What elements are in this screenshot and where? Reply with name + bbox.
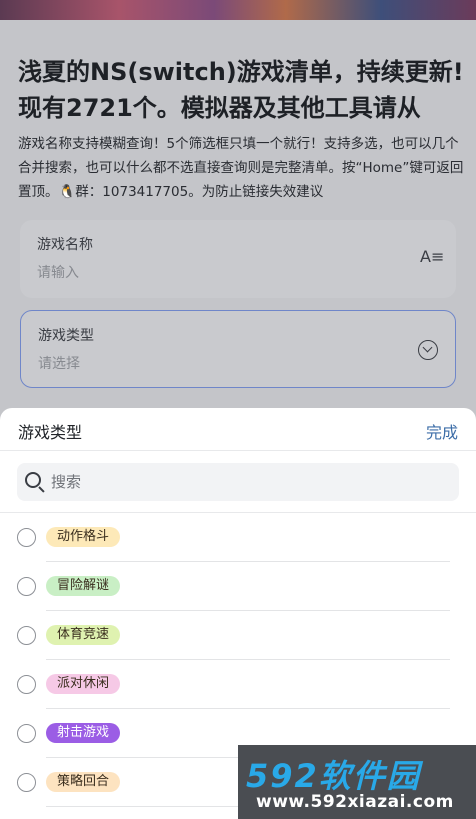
- sheet-title: 游戏类型: [18, 423, 83, 442]
- search-box[interactable]: [17, 463, 459, 501]
- game-type-label: 游戏类型: [38, 328, 94, 344]
- game-type-select[interactable]: 游戏类型 请选择: [20, 310, 456, 388]
- page-description: 游戏名称支持模糊查询！5个筛选框只填一个就行！支持多选，也可以几个合并搜索，也可…: [18, 136, 464, 200]
- header-banner-image: [0, 0, 476, 20]
- search-input[interactable]: [51, 469, 441, 495]
- done-button[interactable]: 完成: [426, 419, 458, 443]
- option-tag: 策略回合: [46, 772, 121, 792]
- radio-button[interactable]: [17, 724, 36, 743]
- watermark-logo: 592软件园: [246, 757, 421, 795]
- divider: [0, 450, 476, 451]
- chevron-down-icon[interactable]: [418, 340, 438, 360]
- radio-button[interactable]: [17, 577, 36, 596]
- background-page: 浅夏的NS(switch)游戏清单，持续更新!现有2721个。模拟器及其他工具请…: [0, 20, 476, 420]
- text-format-icon: A≡: [420, 247, 445, 266]
- option-tag: 体育竞速: [46, 625, 121, 645]
- option-adventure-puzzle[interactable]: 冒险解谜: [0, 562, 476, 611]
- radio-button[interactable]: [17, 626, 36, 645]
- option-party-casual[interactable]: 派对休闲: [0, 660, 476, 709]
- game-name-label: 游戏名称: [37, 237, 93, 253]
- option-tag: 冒险解谜: [46, 576, 121, 596]
- radio-button[interactable]: [17, 675, 36, 694]
- game-name-field[interactable]: 游戏名称 请输入 A≡: [20, 220, 456, 298]
- watermark: 592软件园 www.592xiazai.com: [238, 745, 476, 819]
- radio-button[interactable]: [17, 773, 36, 792]
- option-sports-racing[interactable]: 体育竞速: [0, 611, 476, 660]
- game-name-input[interactable]: 请输入: [37, 262, 79, 282]
- page-title: 浅夏的NS(switch)游戏清单，持续更新!现有2721个。模拟器及其他工具请…: [18, 58, 464, 122]
- search-icon: [25, 472, 41, 488]
- option-tag: 派对休闲: [46, 674, 121, 694]
- watermark-url: www.592xiazai.com: [256, 792, 454, 812]
- option-tag: 射击游戏: [46, 723, 121, 743]
- radio-button[interactable]: [17, 528, 36, 547]
- game-type-placeholder: 请选择: [38, 356, 80, 372]
- option-action-fighting[interactable]: 动作格斗: [0, 513, 476, 562]
- option-tag: 动作格斗: [46, 527, 121, 547]
